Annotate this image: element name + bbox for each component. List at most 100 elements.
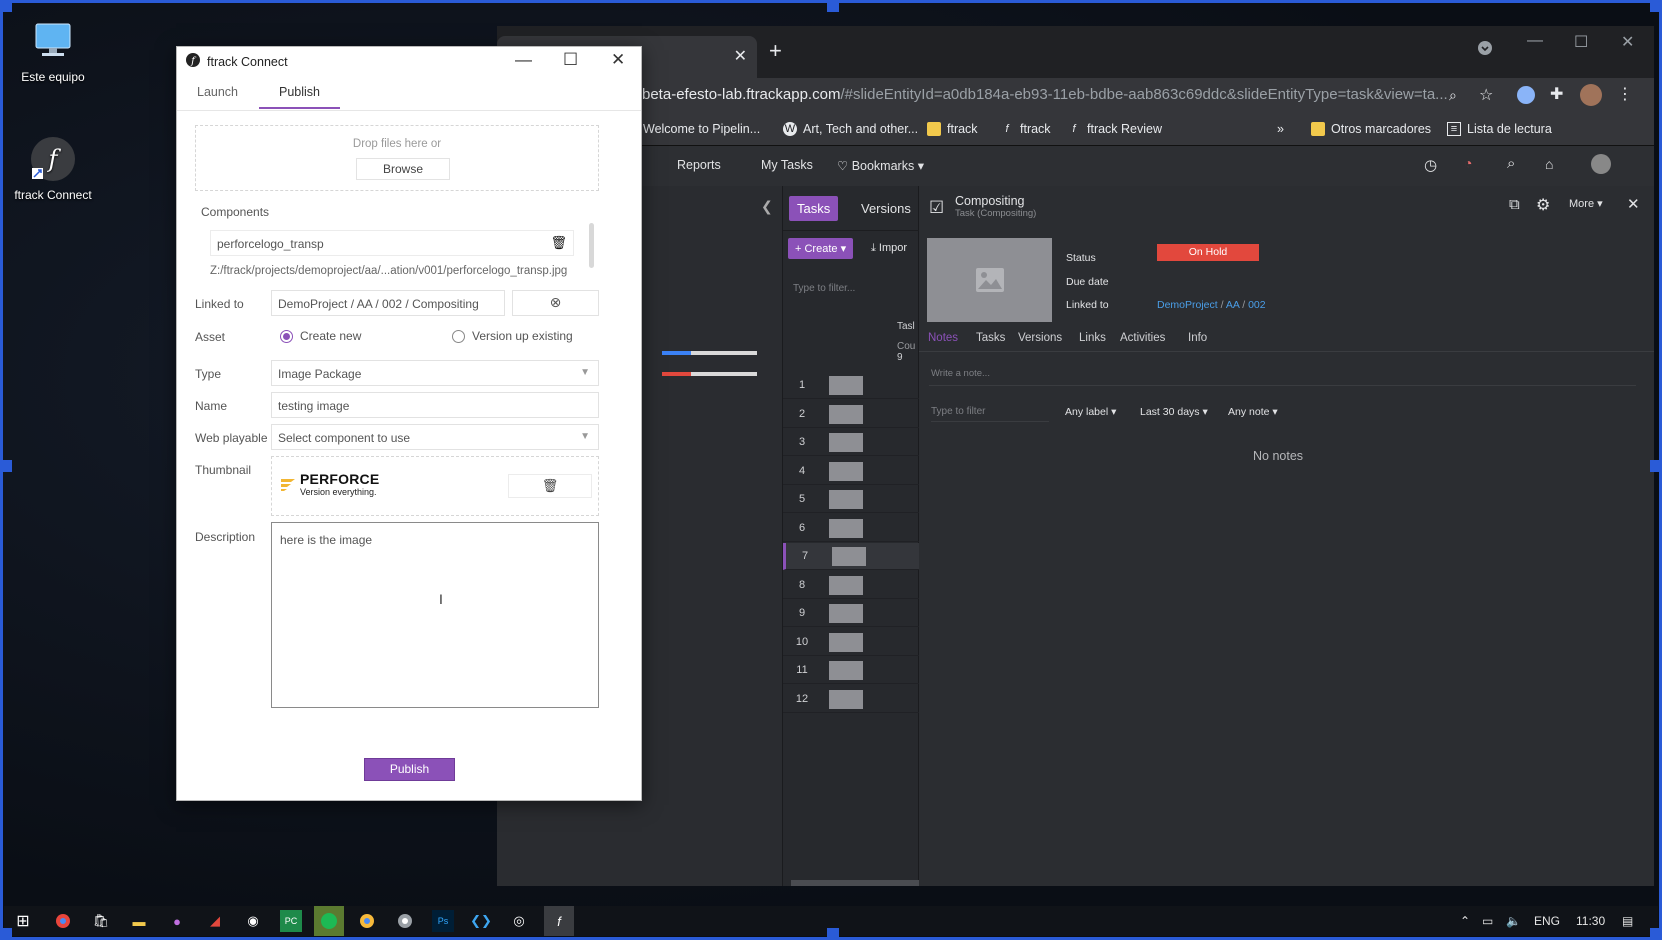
bookmark-item[interactable]: f ftrack Review	[1067, 122, 1162, 136]
label-filter-dropdown[interactable]: Any label ▾	[1065, 406, 1116, 418]
star-icon[interactable]: ☆	[1479, 85, 1493, 105]
tab-publish[interactable]: Publish	[259, 85, 340, 109]
tray-chevron-icon[interactable]: ⌃	[1460, 914, 1470, 928]
note-filter-dropdown[interactable]: Any note ▾	[1228, 406, 1278, 418]
tab-tasks[interactable]: Tasks	[976, 332, 1005, 344]
name-input[interactable]: testing image	[271, 392, 599, 418]
extension-icon[interactable]	[1517, 86, 1535, 104]
network-icon[interactable]: ▭	[1482, 914, 1493, 928]
tab-launch[interactable]: Launch	[197, 85, 238, 107]
nav-bookmarks[interactable]: ♡ Bookmarks ▾	[837, 158, 924, 173]
menu-dots-icon[interactable]: ⋮	[1617, 84, 1633, 104]
create-button[interactable]: + Create ▾	[788, 238, 854, 259]
app-circle-icon[interactable]: ●	[166, 910, 188, 932]
bookmark-item[interactable]: W Art, Tech and other...	[783, 122, 918, 136]
volume-icon[interactable]: 🔈	[1506, 914, 1521, 928]
breadcrumb-link[interactable]: AA	[1226, 299, 1239, 311]
resize-handle[interactable]	[0, 0, 12, 12]
close-panel-icon[interactable]: ✕	[1627, 195, 1640, 213]
web-playable-select[interactable]: Select component to use ▼	[271, 424, 599, 450]
resize-handle[interactable]	[1650, 460, 1662, 472]
breadcrumb-link[interactable]: 002	[1248, 299, 1266, 311]
thumbnail-drop-zone[interactable]: PERFORCE Version everything. 🗑	[271, 456, 599, 516]
reading-list[interactable]: ≡ Lista de lectura	[1447, 122, 1552, 136]
chrome-icon[interactable]	[52, 910, 74, 932]
store-icon[interactable]: 🛍	[90, 910, 112, 932]
acrobat-icon[interactable]: ◢	[204, 910, 226, 932]
table-row[interactable]: 11	[783, 657, 919, 684]
task-filter-input[interactable]: Type to filter...	[793, 283, 855, 294]
components-scrollbar[interactable]	[589, 223, 594, 268]
pycharm-icon[interactable]: PC	[280, 910, 302, 932]
user-avatar[interactable]	[1591, 154, 1611, 174]
maximize-icon[interactable]: ☐	[1574, 32, 1588, 52]
note-input[interactable]: Write a note...	[931, 368, 990, 379]
open-external-icon[interactable]: ⧉	[1509, 196, 1520, 213]
minimize-icon[interactable]: —	[1527, 32, 1543, 50]
desktop-icon-this-pc[interactable]: Este equipo	[8, 18, 98, 84]
resize-handle[interactable]	[0, 928, 12, 940]
desktop-icon-ftrack-connect[interactable]: f ftrack Connect	[8, 136, 98, 202]
gear-icon[interactable]: ⚙	[1536, 195, 1550, 215]
zoom-icon[interactable]: ⌕	[1449, 87, 1457, 104]
collapse-left-icon[interactable]: ❮	[761, 198, 773, 215]
url-text[interactable]: beta-efesto-lab.ftrackapp.com/#slideEnti…	[642, 86, 1448, 103]
language-indicator[interactable]: ENG	[1534, 914, 1560, 928]
table-row[interactable]: 8	[783, 572, 919, 599]
table-row[interactable]: 9	[783, 600, 919, 627]
status-badge[interactable]: On Hold	[1157, 244, 1259, 261]
table-row[interactable]: 12	[783, 686, 919, 713]
horizontal-scrollbar[interactable]	[791, 880, 919, 886]
description-textarea[interactable]: here is the image I	[271, 522, 599, 708]
import-button[interactable]: ⤓ Impor	[871, 242, 907, 255]
linked-to-field[interactable]: DemoProject / AA / 002 / Compositing	[271, 290, 505, 316]
file-drop-zone[interactable]: Drop files here or Browse	[195, 125, 599, 191]
app-clock-icon[interactable]: ◎	[508, 910, 530, 932]
table-row[interactable]: 10	[783, 629, 919, 656]
table-row[interactable]: 6	[783, 515, 919, 542]
browse-button[interactable]: Browse	[356, 158, 450, 180]
table-row[interactable]: 4	[783, 458, 919, 485]
search-icon[interactable]: ⌕	[1507, 155, 1515, 172]
spotify-icon[interactable]	[314, 906, 344, 936]
inbox-icon[interactable]: ⌂	[1545, 156, 1553, 172]
resize-handle[interactable]	[827, 0, 839, 12]
tab-activities[interactable]: Activities	[1120, 332, 1165, 344]
profile-avatar[interactable]	[1580, 84, 1602, 106]
tab-notes[interactable]: Notes	[928, 332, 958, 344]
nav-reports[interactable]: Reports	[677, 158, 721, 172]
clear-link-button[interactable]: ⊗	[512, 290, 599, 316]
close-window-icon[interactable]: ✕	[611, 50, 625, 70]
radio-create-new[interactable]: Create new	[280, 329, 361, 343]
table-row[interactable]: 7	[783, 543, 919, 570]
windows-start-icon[interactable]: ⊞	[12, 910, 34, 932]
radio-version-up[interactable]: Version up existing	[452, 329, 573, 343]
maximize-icon[interactable]: ☐	[563, 50, 578, 70]
bookmark-item[interactable]: f ftrack	[1000, 122, 1050, 136]
clock-time[interactable]: 11:30	[1576, 914, 1605, 928]
bookmark-item[interactable]: Welcome to Pipelin...	[643, 122, 760, 136]
tab-tasks[interactable]: Tasks	[789, 196, 839, 221]
more-menu[interactable]: More ▾	[1569, 197, 1603, 210]
file-explorer-icon[interactable]: ▬	[128, 910, 150, 932]
component-item[interactable]: perforcelogo_transp 🗑	[210, 230, 574, 256]
address-bar[interactable]: beta-efesto-lab.ftrackapp.com/#slideEnti…	[497, 78, 1654, 114]
chrome-alt-icon[interactable]	[394, 910, 416, 932]
bookmark-folder[interactable]: Otros marcadores	[1311, 122, 1431, 136]
resize-handle[interactable]	[0, 460, 12, 472]
date-filter-dropdown[interactable]: Last 30 days ▾	[1140, 406, 1208, 418]
type-select[interactable]: Image Package ▼	[271, 360, 599, 386]
trash-icon[interactable]: 🗑	[550, 235, 567, 251]
clock-icon[interactable]: ◷	[1424, 156, 1437, 174]
resize-handle[interactable]	[827, 928, 839, 940]
ftrack-connect-taskbar-icon[interactable]: f	[544, 906, 574, 936]
tab-info[interactable]: Info	[1188, 332, 1207, 344]
bookmark-folder[interactable]: ftrack	[927, 122, 978, 136]
chrome-canary-icon[interactable]	[356, 910, 378, 932]
breadcrumb-link[interactable]: DemoProject	[1157, 299, 1218, 311]
table-row[interactable]: 3	[783, 429, 919, 456]
resize-handle[interactable]	[1650, 928, 1662, 940]
resize-handle[interactable]	[1650, 0, 1662, 12]
tab-versions[interactable]: Versions	[861, 201, 911, 216]
nav-my-tasks[interactable]: My Tasks	[761, 158, 813, 172]
